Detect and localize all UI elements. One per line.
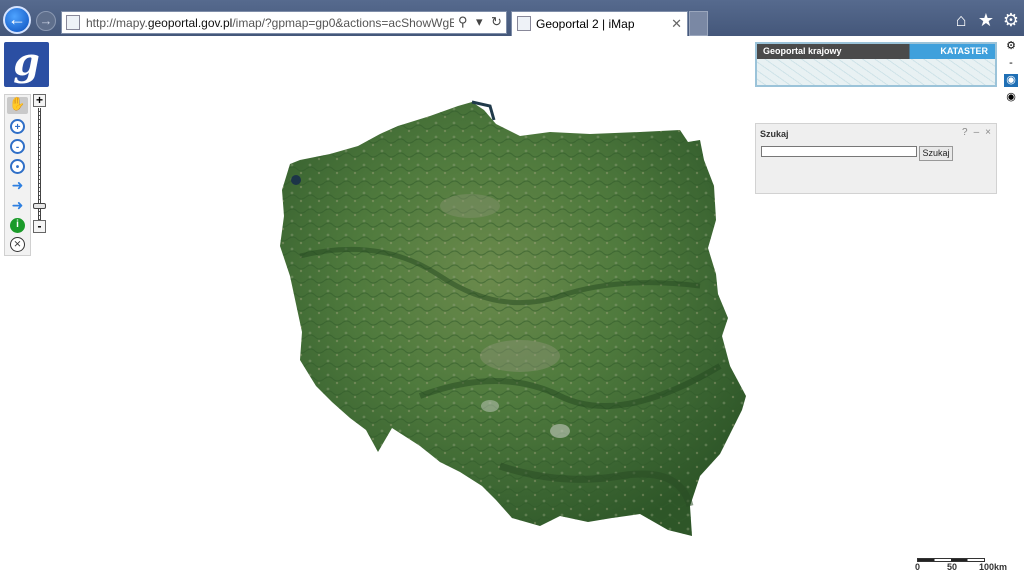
overview-left-label: Geoportal krajowy: [763, 46, 842, 56]
layers-gear-icon[interactable]: ⚙: [1004, 40, 1018, 53]
zoom-thumb[interactable]: [33, 203, 46, 209]
info-icon[interactable]: i: [10, 218, 25, 233]
next-view-icon[interactable]: ➜: [10, 198, 25, 213]
measure-icon[interactable]: ⨯: [10, 237, 25, 252]
tab-page-icon: [517, 16, 531, 31]
scale-bar: 0 50 100km: [915, 556, 1019, 576]
overview-right-label[interactable]: KATASTER: [940, 46, 988, 56]
eye-icon[interactable]: ◉: [1004, 91, 1018, 104]
gear-icon[interactable]: ⚙: [1002, 10, 1020, 30]
zoom-extent-icon[interactable]: •: [10, 159, 25, 174]
tab-geoportal[interactable]: Geoportal 2 | iMap ✕: [511, 11, 688, 36]
search-panel-controls: ? – ×: [962, 127, 991, 138]
scale-label-0: 0: [915, 562, 921, 572]
zoom-minus-button[interactable]: -: [33, 220, 46, 233]
zoom-plus-button[interactable]: +: [33, 94, 46, 107]
scale-label-100: 100km: [979, 562, 1008, 572]
star-icon[interactable]: ★: [977, 10, 995, 30]
search-title: Szukaj: [760, 129, 789, 139]
overview-map[interactable]: Geoportal krajowy KATASTER: [755, 42, 997, 87]
close-icon[interactable]: ✕: [671, 16, 682, 32]
geoportal-logo[interactable]: g: [4, 42, 49, 87]
scale-label-50: 50: [947, 562, 958, 572]
address-bar[interactable]: http://mapy.geoportal.gov.pl/imap/?gpmap…: [61, 11, 507, 34]
help-icon[interactable]: ?: [962, 127, 968, 138]
home-icon[interactable]: ⌂: [952, 10, 970, 30]
eye-active-icon[interactable]: ◉: [1004, 74, 1018, 87]
pan-hand-icon[interactable]: ✋: [7, 97, 28, 114]
address-url[interactable]: http://mapy.geoportal.gov.pl/imap/?gpmap…: [86, 16, 454, 30]
map-toolbar: ✋ + - • ➜ ➜ i ⨯: [4, 94, 31, 256]
map-viewport[interactable]: g ✋ + - • ➜ ➜ i ⨯ + - Geoportal krajowy …: [0, 36, 1024, 583]
forward-button[interactable]: →: [36, 11, 56, 31]
page-icon: [66, 15, 80, 30]
browser-toolbar-icons: ⌂ ★ ⚙: [952, 10, 1020, 30]
previous-view-icon[interactable]: ➜: [10, 178, 25, 193]
overview-thumbnail: [757, 59, 995, 85]
layer-side-icons: ⚙ - ◉ ◉: [1004, 40, 1020, 108]
dropdown-icon[interactable]: ▾: [476, 14, 483, 30]
tab-title: Geoportal 2 | iMap: [536, 17, 635, 31]
zoom-out-icon[interactable]: -: [10, 139, 25, 154]
browser-chrome: ← → http://mapy.geoportal.gov.pl/imap/?g…: [0, 0, 1024, 36]
satellite-map-poland: [280, 100, 746, 536]
close-panel-icon[interactable]: ×: [985, 127, 991, 138]
search-button[interactable]: Szukaj: [919, 146, 953, 161]
back-button[interactable]: ←: [3, 6, 31, 34]
minimize-icon[interactable]: -: [1004, 57, 1018, 70]
new-tab-button[interactable]: [689, 11, 708, 36]
search-panel: Szukaj ? – × Szukaj: [755, 123, 997, 194]
search-input[interactable]: [761, 146, 917, 157]
zoom-in-icon[interactable]: +: [10, 119, 25, 134]
refresh-icon[interactable]: ↻: [491, 14, 502, 30]
search-icon[interactable]: ⚲: [458, 14, 468, 30]
zoom-slider[interactable]: + -: [33, 94, 47, 234]
minimize-panel-icon[interactable]: –: [974, 127, 980, 138]
